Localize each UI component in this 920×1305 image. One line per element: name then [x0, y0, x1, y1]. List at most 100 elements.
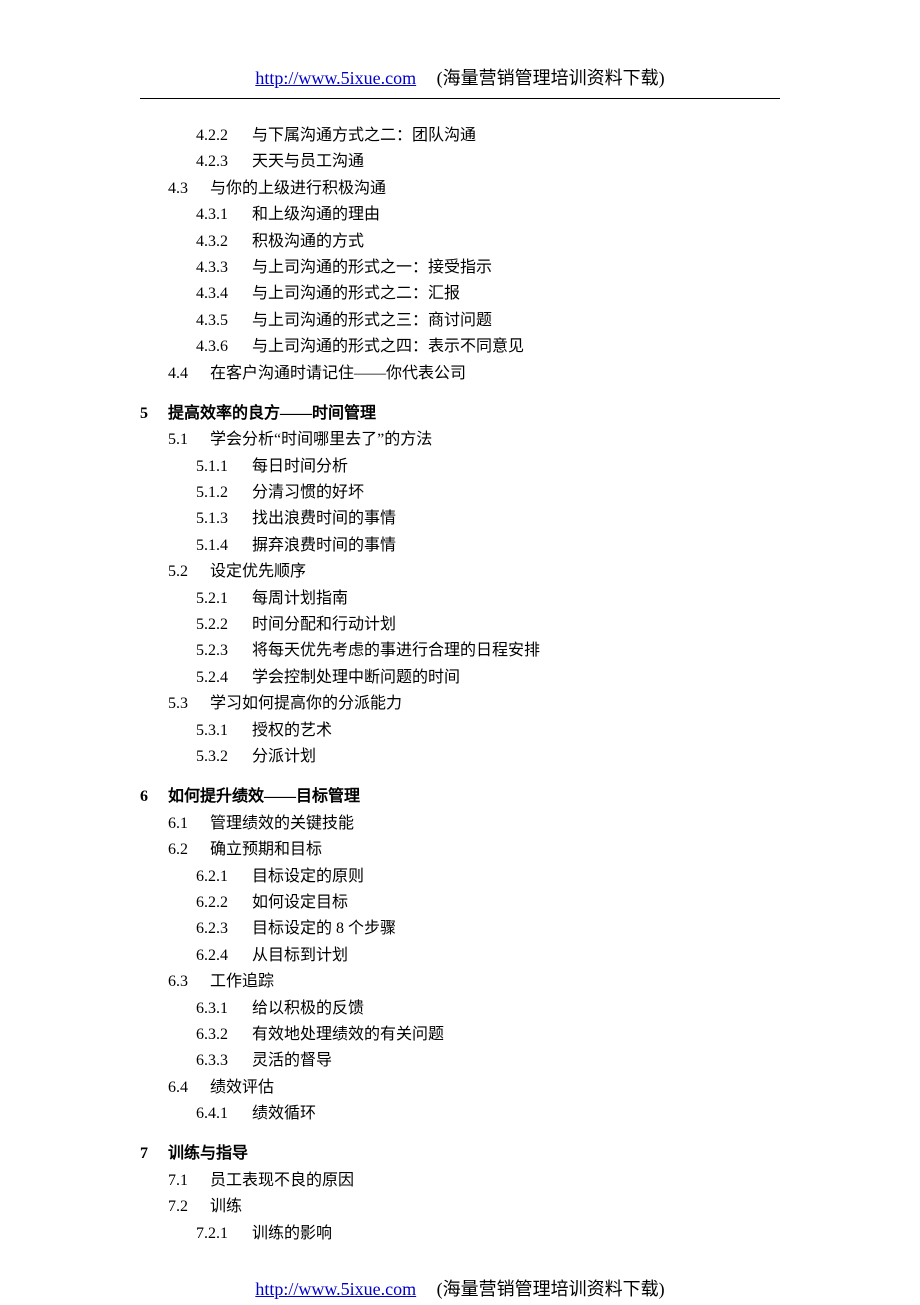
- toc-item: 6如何提升绩效——目标管理: [140, 784, 780, 810]
- toc-item-title: 学习如何提高你的分派能力: [210, 691, 402, 717]
- toc-item-number: 5.3.2: [196, 744, 252, 770]
- toc-item: 7.1员工表现不良的原因: [168, 1168, 780, 1194]
- toc-item-title: 如何设定目标: [252, 890, 348, 916]
- toc-item: 6.4绩效评估: [168, 1075, 780, 1101]
- toc-item: 6.3.2有效地处理绩效的有关问题: [196, 1022, 780, 1048]
- toc-item-title: 学会控制处理中断问题的时间: [252, 665, 460, 691]
- toc-item-title: 每日时间分析: [252, 454, 348, 480]
- toc-item: 5.2设定优先顺序: [168, 559, 780, 585]
- toc-item: 5.2.3将每天优先考虑的事进行合理的日程安排: [196, 638, 780, 664]
- toc-item: 5.1.4摒弃浪费时间的事情: [196, 533, 780, 559]
- toc-item-title: 与下属沟通方式之二：团队沟通: [252, 123, 476, 149]
- toc-item-number: 5.1.2: [196, 480, 252, 506]
- toc-item-number: 4.2.2: [196, 123, 252, 149]
- toc-item-number: 4.3.1: [196, 202, 252, 228]
- toc-item-title: 训练的影响: [252, 1221, 332, 1247]
- toc-item: 4.3与你的上级进行积极沟通: [168, 176, 780, 202]
- toc-item: 7.2.1训练的影响: [196, 1221, 780, 1247]
- toc-item: 5.2.1每周计划指南: [196, 586, 780, 612]
- toc-item-title: 和上级沟通的理由: [252, 202, 380, 228]
- toc-item: 5.2.4学会控制处理中断问题的时间: [196, 665, 780, 691]
- toc-item-title: 时间分配和行动计划: [252, 612, 396, 638]
- toc-item-title: 将每天优先考虑的事进行合理的日程安排: [252, 638, 540, 664]
- toc-item: 5.1.1每日时间分析: [196, 454, 780, 480]
- toc-item: 5.3.1授权的艺术: [196, 718, 780, 744]
- table-of-contents: 4.2.2与下属沟通方式之二：团队沟通4.2.3天天与员工沟通4.3与你的上级进…: [140, 123, 780, 1247]
- toc-item-number: 5.1.1: [196, 454, 252, 480]
- toc-item-number: 6.4.1: [196, 1101, 252, 1127]
- toc-item-title: 提高效率的良方——时间管理: [168, 401, 376, 427]
- toc-item-number: 6.3.2: [196, 1022, 252, 1048]
- toc-item-number: 6.3: [168, 969, 210, 995]
- toc-item-title: 工作追踪: [210, 969, 274, 995]
- toc-item-title: 积极沟通的方式: [252, 229, 364, 255]
- toc-item: 4.2.3天天与员工沟通: [196, 149, 780, 175]
- toc-item-title: 天天与员工沟通: [252, 149, 364, 175]
- toc-item: 4.3.4与上司沟通的形式之二：汇报: [196, 281, 780, 307]
- toc-item: 6.4.1绩效循环: [196, 1101, 780, 1127]
- toc-item-number: 5: [140, 401, 168, 427]
- toc-item-title: 绩效评估: [210, 1075, 274, 1101]
- toc-item-title: 从目标到计划: [252, 943, 348, 969]
- footer-link[interactable]: http://www.5ixue.com: [255, 1279, 416, 1299]
- toc-item: 7.2训练: [168, 1194, 780, 1220]
- toc-item: 4.3.2积极沟通的方式: [196, 229, 780, 255]
- toc-item: 6.2确立预期和目标: [168, 837, 780, 863]
- toc-item: 5.2.2时间分配和行动计划: [196, 612, 780, 638]
- toc-item-number: 5.1: [168, 427, 210, 453]
- toc-item-number: 6: [140, 784, 168, 810]
- toc-item-number: 4.2.3: [196, 149, 252, 175]
- toc-item-title: 设定优先顺序: [210, 559, 306, 585]
- toc-item: 4.3.5与上司沟通的形式之三：商讨问题: [196, 308, 780, 334]
- toc-item-title: 分派计划: [252, 744, 316, 770]
- toc-item-title: 目标设定的 8 个步骤: [252, 916, 396, 942]
- toc-item-number: 6.1: [168, 811, 210, 837]
- toc-item-title: 训练: [210, 1194, 242, 1220]
- toc-item: 4.2.2与下属沟通方式之二：团队沟通: [196, 123, 780, 149]
- toc-item-title: 在客户沟通时请记住——你代表公司: [210, 361, 466, 387]
- toc-item-number: 7.2.1: [196, 1221, 252, 1247]
- document-page: http://www.5ixue.com (海量营销管理培训资料下载) 4.2.…: [0, 60, 920, 1305]
- page-footer: http://www.5ixue.com (海量营销管理培训资料下载): [140, 1271, 780, 1305]
- toc-item-number: 6.3.3: [196, 1048, 252, 1074]
- toc-item-title: 灵活的督导: [252, 1048, 332, 1074]
- toc-item-title: 与上司沟通的形式之三：商讨问题: [252, 308, 492, 334]
- toc-item-title: 绩效循环: [252, 1101, 316, 1127]
- toc-item-title: 员工表现不良的原因: [210, 1168, 354, 1194]
- toc-item-number: 4.4: [168, 361, 210, 387]
- toc-item-title: 与上司沟通的形式之二：汇报: [252, 281, 460, 307]
- toc-item: 4.3.1和上级沟通的理由: [196, 202, 780, 228]
- toc-item: 6.2.2如何设定目标: [196, 890, 780, 916]
- toc-item-number: 6.2.3: [196, 916, 252, 942]
- toc-item-title: 与上司沟通的形式之一：接受指示: [252, 255, 492, 281]
- toc-item-number: 4.3.6: [196, 334, 252, 360]
- toc-item: 6.2.4从目标到计划: [196, 943, 780, 969]
- toc-item-title: 与你的上级进行积极沟通: [210, 176, 386, 202]
- toc-item: 4.4在客户沟通时请记住——你代表公司: [168, 361, 780, 387]
- toc-item: 5.3.2分派计划: [196, 744, 780, 770]
- toc-item-number: 7.1: [168, 1168, 210, 1194]
- toc-item-number: 6.3.1: [196, 996, 252, 1022]
- toc-item: 6.2.1目标设定的原则: [196, 864, 780, 890]
- toc-item-title: 分清习惯的好坏: [252, 480, 364, 506]
- toc-item-title: 如何提升绩效——目标管理: [168, 784, 360, 810]
- toc-item-number: 5.3: [168, 691, 210, 717]
- header-link[interactable]: http://www.5ixue.com: [255, 68, 416, 88]
- toc-item: 6.3工作追踪: [168, 969, 780, 995]
- toc-item-title: 确立预期和目标: [210, 837, 322, 863]
- toc-item: 4.3.6与上司沟通的形式之四：表示不同意见: [196, 334, 780, 360]
- toc-item: 6.3.1给以积极的反馈: [196, 996, 780, 1022]
- toc-item-number: 4.3.2: [196, 229, 252, 255]
- toc-item-title: 目标设定的原则: [252, 864, 364, 890]
- toc-item-number: 5.1.4: [196, 533, 252, 559]
- toc-item-number: 5.2.1: [196, 586, 252, 612]
- toc-item-number: 5.2: [168, 559, 210, 585]
- toc-item-number: 6.2.4: [196, 943, 252, 969]
- toc-item-number: 4.3: [168, 176, 210, 202]
- toc-item: 5.1.3找出浪费时间的事情: [196, 506, 780, 532]
- toc-item-title: 找出浪费时间的事情: [252, 506, 396, 532]
- toc-item-number: 4.3.3: [196, 255, 252, 281]
- toc-item-title: 给以积极的反馈: [252, 996, 364, 1022]
- toc-item: 6.3.3灵活的督导: [196, 1048, 780, 1074]
- toc-item-number: 7.2: [168, 1194, 210, 1220]
